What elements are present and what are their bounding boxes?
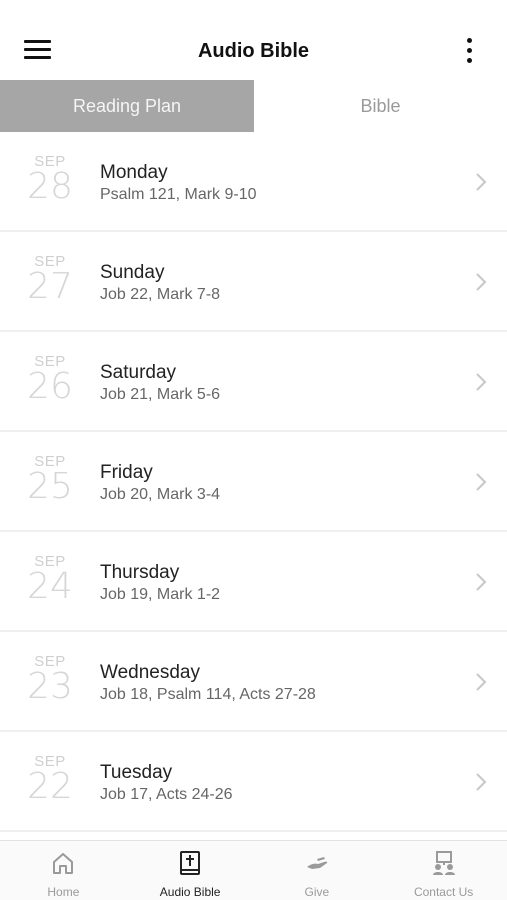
date-block: SEP 26 xyxy=(24,354,76,406)
day-number: 26 xyxy=(27,366,73,407)
chevron-right-icon xyxy=(476,473,487,491)
readings-text: Job 20, Mark 3-4 xyxy=(100,486,221,503)
list-item[interactable]: SEP 22 Tuesday Job 17, Acts 24-26 xyxy=(0,732,507,832)
day-number: 28 xyxy=(27,166,73,207)
list-item[interactable]: SEP 26 Saturday Job 21, Mark 5-6 xyxy=(0,332,507,432)
list-item[interactable]: SEP 25 Friday Job 20, Mark 3-4 xyxy=(0,432,507,532)
date-block: SEP 24 xyxy=(24,554,76,606)
more-vertical-icon-dot xyxy=(466,38,472,43)
tabbar-label: Home xyxy=(47,885,80,899)
readings-text: Job 21, Mark 5-6 xyxy=(100,386,221,403)
chevron-right-icon xyxy=(476,373,487,391)
more-vertical-icon-dot xyxy=(466,58,472,63)
chevron-right-icon xyxy=(476,673,487,691)
tabbar-item-home[interactable]: Home xyxy=(0,841,127,900)
more-vertical-icon-dot xyxy=(466,48,472,53)
date-block: SEP 22 xyxy=(24,754,76,806)
day-number: 27 xyxy=(27,266,73,307)
hamburger-icon-bar xyxy=(24,48,51,51)
readings-text: Job 17, Acts 24-26 xyxy=(100,786,233,803)
hamburger-menu-button[interactable] xyxy=(24,40,54,64)
chevron-right-icon xyxy=(476,273,487,291)
tabbar-item-audio-bible[interactable]: Audio Bible xyxy=(127,841,254,900)
tabbar-label: Audio Bible xyxy=(159,885,221,899)
readings-text: Psalm 121, Mark 9-10 xyxy=(100,186,257,203)
list-item[interactable]: SEP 27 Sunday Job 22, Mark 7-8 xyxy=(0,232,507,332)
chevron-right-icon xyxy=(476,173,487,191)
page-title: Audio Bible xyxy=(197,40,310,62)
app-header: Audio Bible xyxy=(0,0,507,80)
weekday-label: Monday xyxy=(100,162,168,183)
contact-icon xyxy=(432,851,455,875)
day-number: 24 xyxy=(27,566,73,607)
date-block: SEP 27 xyxy=(24,254,76,306)
day-number: 25 xyxy=(27,466,73,507)
date-block: SEP 23 xyxy=(24,654,76,706)
weekday-label: Friday xyxy=(100,462,153,483)
hamburger-icon-bar xyxy=(24,56,51,59)
tabbar-item-contact-us[interactable]: Contact Us xyxy=(380,841,507,900)
tabbar-item-give[interactable]: Give xyxy=(254,841,381,900)
list-item[interactable]: SEP 28 Monday Psalm 121, Mark 9-10 xyxy=(0,132,507,232)
weekday-label: Saturday xyxy=(100,362,177,383)
bible-icon xyxy=(180,851,201,875)
readings-text: Job 18, Psalm 114, Acts 27-28 xyxy=(100,686,316,703)
weekday-label: Thursday xyxy=(100,562,180,583)
tabbar-label: Give xyxy=(304,885,330,899)
day-number: 22 xyxy=(27,766,73,807)
tabbar-label: Contact Us xyxy=(413,885,474,899)
segment-tabs: Reading Plan Bible xyxy=(0,80,507,132)
home-icon xyxy=(53,853,74,874)
list-item[interactable]: SEP 24 Thursday Job 19, Mark 1-2 xyxy=(0,532,507,632)
day-number: 23 xyxy=(27,666,73,707)
reading-plan-list: SEP 28 Monday Psalm 121, Mark 9-10 SEP 2… xyxy=(0,132,507,840)
give-hand-icon xyxy=(306,857,328,869)
date-block: SEP 28 xyxy=(24,154,76,206)
date-block: SEP 25 xyxy=(24,454,76,506)
tab-bible[interactable]: Bible xyxy=(254,80,507,132)
weekday-label: Sunday xyxy=(100,262,165,283)
bottom-tab-bar: Home Audio Bible Give Contact Us xyxy=(0,840,507,900)
weekday-label: Tuesday xyxy=(100,762,173,783)
readings-text: Job 22, Mark 7-8 xyxy=(100,286,221,303)
tab-reading-plan[interactable]: Reading Plan xyxy=(0,80,254,132)
chevron-right-icon xyxy=(476,773,487,791)
readings-text: Job 19, Mark 1-2 xyxy=(100,586,221,603)
chevron-right-icon xyxy=(476,573,487,591)
hamburger-icon-bar xyxy=(24,40,51,43)
more-options-button[interactable] xyxy=(459,38,479,68)
weekday-label: Wednesday xyxy=(100,662,200,683)
list-item[interactable]: SEP 23 Wednesday Job 18, Psalm 114, Acts… xyxy=(0,632,507,732)
